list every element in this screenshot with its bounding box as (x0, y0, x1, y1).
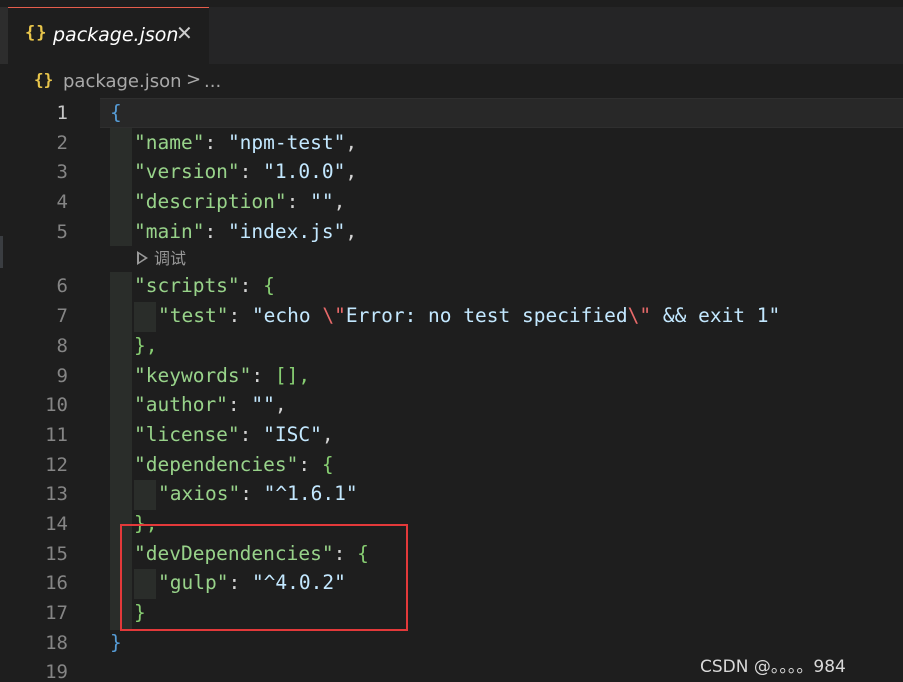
json-value: "echo (251, 304, 323, 327)
breadcrumb-more[interactable]: ... (204, 71, 221, 92)
line-number: 1 (56, 102, 68, 124)
code-line[interactable]: "main": "index.js", (134, 220, 357, 244)
code-line[interactable]: "test": "echo \"Error: no test specified… (158, 304, 780, 328)
close-icon[interactable]: ✕ (176, 22, 193, 44)
json-value: "npm-test" (227, 131, 346, 154)
line-number: 11 (45, 424, 68, 446)
tab-package-json[interactable]: {} package.json ✕ (8, 7, 209, 64)
json-key: "version" (134, 160, 240, 183)
breadcrumb: {} package.json > ... (0, 64, 903, 98)
tab-label: package.json (53, 24, 179, 46)
indent-guide (134, 480, 156, 510)
tab-edge (0, 7, 8, 64)
line-number: 12 (45, 454, 68, 476)
brace: { (321, 453, 334, 476)
code-line[interactable]: "license": "ISC", (134, 423, 334, 447)
chevron-right-icon: > (186, 69, 202, 90)
json-key: "author" (134, 393, 228, 416)
brace: }, (134, 334, 158, 357)
current-line-highlight (100, 98, 903, 128)
json-value: "" (251, 393, 275, 416)
play-icon (137, 251, 148, 265)
json-value: [], (274, 364, 311, 387)
escape-sequence: \" (627, 304, 652, 327)
json-value: "index.js" (227, 220, 346, 243)
line-number: 3 (56, 161, 68, 183)
breadcrumb-file[interactable]: package.json (63, 71, 182, 92)
code-line[interactable]: "axios": "^1.6.1" (158, 482, 358, 506)
watermark: CSDN @。。。。984 (700, 657, 846, 677)
codelens-debug[interactable]: 调试 (137, 245, 186, 269)
line-number: 17 (45, 602, 68, 624)
escape-sequence: \" (322, 304, 346, 327)
code-line[interactable]: "version": "1.0.0", (134, 160, 357, 184)
json-key: "main" (134, 220, 205, 243)
annotation-box (120, 524, 408, 631)
line-number: 19 (45, 661, 68, 682)
json-key: "description" (134, 190, 287, 213)
json-key: "test" (158, 304, 229, 327)
indent-guide (134, 302, 156, 332)
json-value: "" (310, 190, 334, 213)
code-line[interactable]: } (110, 631, 122, 655)
brace: } (110, 631, 122, 654)
line-number: 15 (45, 543, 68, 565)
json-value: "^1.6.1" (263, 482, 358, 505)
brace: { (110, 101, 122, 124)
json-key: "scripts" (134, 274, 240, 297)
json-key: "dependencies" (134, 453, 299, 476)
line-number: 16 (45, 572, 68, 594)
line-number: 4 (56, 191, 68, 213)
json-key: "name" (134, 131, 205, 154)
json-key: "license" (134, 423, 240, 446)
json-key: "axios" (158, 482, 241, 505)
title-strip (0, 0, 903, 7)
json-file-icon: {} (25, 23, 48, 43)
code-line[interactable]: "description": "", (134, 190, 345, 214)
json-key: "keywords" (134, 364, 252, 387)
line-number: 14 (45, 513, 68, 535)
json-file-icon: {} (34, 70, 54, 89)
line-number: 5 (56, 221, 68, 243)
brace: { (263, 274, 275, 297)
code-editor: {} package.json ✕ {} package.json > ... … (0, 0, 903, 682)
line-number: 10 (45, 394, 68, 416)
line-number: 6 (56, 275, 68, 297)
line-number: 9 (56, 365, 68, 387)
json-value: Error: no test specified (345, 304, 628, 327)
code-line[interactable]: "author": "", (134, 393, 287, 417)
code-line[interactable]: { (110, 101, 122, 125)
json-value: && exit 1" (651, 304, 781, 327)
line-number: 8 (56, 335, 68, 357)
tab-bar: {} package.json ✕ (0, 0, 903, 64)
line-number: 18 (45, 632, 68, 654)
code-line[interactable]: "scripts": { (134, 274, 275, 298)
line-number: 13 (45, 483, 68, 505)
json-value: "1.0.0" (263, 160, 346, 183)
code-line[interactable]: }, (134, 334, 157, 358)
code-line[interactable]: "keywords": [], (134, 364, 310, 388)
indent-guide (110, 128, 132, 246)
json-value: "ISC" (263, 423, 322, 446)
code-line[interactable]: "name": "npm-test", (134, 131, 357, 155)
codelens-label: 调试 (154, 249, 187, 268)
line-number: 2 (56, 132, 68, 154)
code-line[interactable]: "dependencies": { (134, 453, 334, 477)
line-number: 7 (56, 305, 68, 327)
